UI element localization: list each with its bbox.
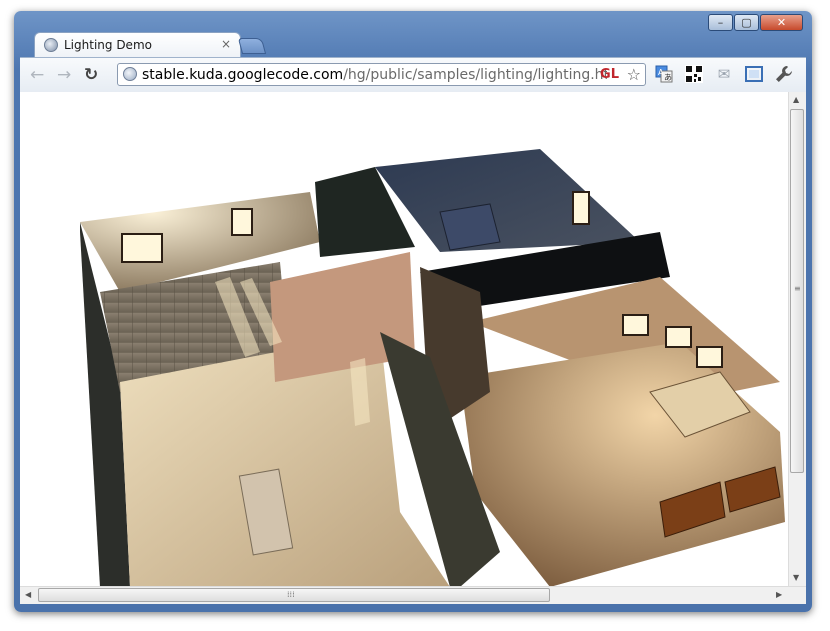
tab-lighting-demo[interactable]: Lighting Demo × <box>34 32 241 58</box>
browser-window: – ▢ ✕ Lighting Demo × ← → ↻ stable.kuda.… <box>14 11 812 612</box>
scroll-left-icon[interactable]: ◀ <box>25 590 31 599</box>
webgl-badge-icon[interactable]: GL <box>600 67 619 82</box>
house-3d-render[interactable] <box>20 92 790 587</box>
new-tab-button[interactable] <box>237 38 267 54</box>
translate-icon[interactable]: Aあ <box>654 64 674 84</box>
minimize-button[interactable]: – <box>708 14 733 31</box>
vertical-scrollbar[interactable]: ▲ ≡ ▼ <box>788 92 806 587</box>
bookmark-star-icon[interactable]: ☆ <box>627 65 641 84</box>
toolbar: ← → ↻ stable.kuda.googlecode.com/hg/publ… <box>20 57 806 93</box>
scroll-right-icon[interactable]: ▶ <box>776 590 782 599</box>
qr-code-icon[interactable] <box>684 64 704 84</box>
url-text[interactable]: stable.kuda.googlecode.com/hg/public/sam… <box>142 67 607 83</box>
scroll-down-icon[interactable]: ▼ <box>793 573 799 582</box>
globe-icon <box>44 38 58 52</box>
mail-icon[interactable]: ✉ <box>714 64 734 84</box>
globe-icon <box>123 67 137 81</box>
window-controls: – ▢ ✕ <box>708 14 803 31</box>
address-bar[interactable]: stable.kuda.googlecode.com/hg/public/sam… <box>117 63 646 86</box>
scroll-up-icon[interactable]: ▲ <box>793 95 799 104</box>
vertical-scroll-thumb[interactable]: ≡ <box>790 109 804 473</box>
tab-title: Lighting Demo <box>64 38 152 52</box>
grip-icon: ⁞⁞⁞ <box>287 590 295 599</box>
forward-icon[interactable]: → <box>57 65 71 85</box>
wrench-icon[interactable] <box>774 64 794 84</box>
reload-icon[interactable]: ↻ <box>84 65 98 85</box>
close-button[interactable]: ✕ <box>760 14 803 31</box>
maximize-button[interactable]: ▢ <box>734 14 759 31</box>
webgl-viewport[interactable]: ▲ ≡ ▼ ◀ ⁞⁞⁞ ▶ <box>20 92 806 604</box>
back-icon[interactable]: ← <box>30 65 44 85</box>
horizontal-scrollbar[interactable]: ◀ ⁞⁞⁞ ▶ <box>20 586 806 604</box>
fullscreen-icon[interactable] <box>744 64 764 84</box>
svg-text:あ: あ <box>664 73 672 82</box>
horizontal-scroll-thumb[interactable]: ⁞⁞⁞ <box>38 588 550 602</box>
grip-icon: ≡ <box>794 284 801 293</box>
tab-close-icon[interactable]: × <box>221 37 231 51</box>
